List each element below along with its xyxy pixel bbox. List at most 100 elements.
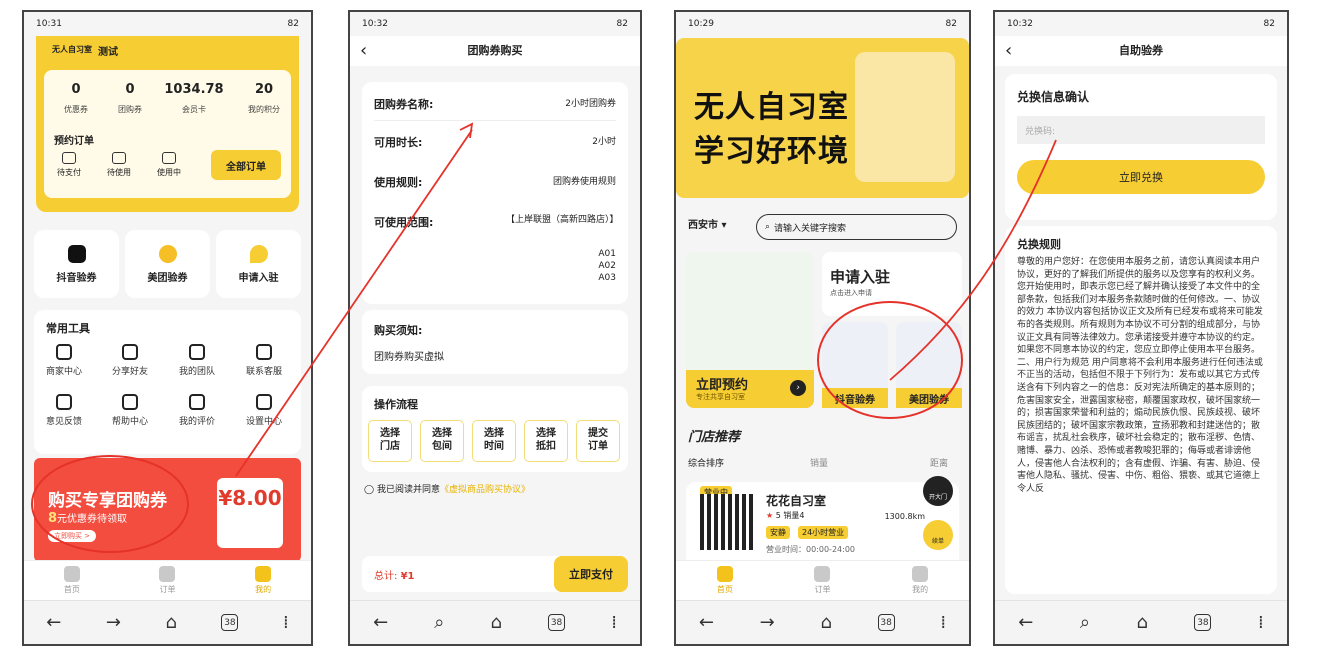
back-chevron-icon[interactable]: ‹ bbox=[1005, 36, 1012, 66]
tabs-count-icon[interactable]: 38 bbox=[877, 614, 895, 631]
stat-points[interactable]: 20 我的积分 bbox=[234, 82, 294, 116]
banner-price-card: ¥8.00 bbox=[217, 478, 283, 548]
back-chevron-icon[interactable]: ‹ bbox=[360, 36, 367, 66]
forward-arrow-icon[interactable]: → bbox=[106, 612, 121, 633]
store-card[interactable]: 营业中 花花自习室 ★ 5 销量4 1300.8km 安静 24小时营业 营业时… bbox=[686, 476, 959, 568]
back-arrow-icon[interactable]: ← bbox=[46, 612, 61, 633]
tab-home[interactable]: 首页 bbox=[63, 566, 80, 595]
tabs-count-icon[interactable]: 38 bbox=[1194, 614, 1212, 631]
location-pin-icon bbox=[249, 244, 268, 263]
home-nav-icon[interactable]: ⌂ bbox=[491, 612, 502, 633]
menu-dots-icon[interactable]: ⁞ bbox=[940, 612, 946, 633]
battery-badge: 82 bbox=[616, 19, 628, 29]
menu-dots-icon[interactable]: ⁞ bbox=[283, 612, 289, 633]
tool-settings[interactable]: 设置中心 bbox=[234, 394, 294, 427]
order-in-use[interactable]: 使用中 bbox=[152, 152, 186, 178]
meituan-verify-card[interactable]: 美团验券 bbox=[896, 322, 962, 408]
tool-my-reviews[interactable]: 我的评价 bbox=[167, 394, 227, 427]
sort-sales[interactable]: 销量 bbox=[810, 456, 828, 469]
tool-merchant-center[interactable]: 商家中心 bbox=[34, 344, 94, 377]
menu-dots-icon[interactable]: ⁞ bbox=[611, 612, 617, 633]
user-icon bbox=[255, 566, 272, 582]
pay-bar: 总计: ¥1 立即支付 bbox=[362, 556, 628, 592]
stat-coupons[interactable]: 0 优惠券 bbox=[46, 82, 106, 116]
battery-badge: 82 bbox=[945, 19, 957, 29]
back-arrow-icon[interactable]: ← bbox=[373, 612, 388, 633]
home-nav-icon[interactable]: ⌂ bbox=[165, 612, 176, 633]
banner-buy-button[interactable]: 立即购买 > bbox=[48, 530, 97, 542]
tag-24h: 24小时营业 bbox=[798, 526, 849, 539]
sort-overall[interactable]: 综合排序 bbox=[688, 456, 724, 469]
headset-icon bbox=[256, 344, 272, 360]
step-select-room: 选择 包间 bbox=[420, 420, 464, 462]
apply-join-card[interactable]: 申请入驻 点击进入申请 bbox=[822, 252, 962, 316]
tool-feedback[interactable]: 意见反馈 bbox=[34, 394, 94, 427]
stat-group-coupons[interactable]: 0 团购券 bbox=[100, 82, 160, 116]
all-orders-button[interactable]: 全部订单 bbox=[211, 150, 281, 180]
tabs-count-icon[interactable]: 38 bbox=[221, 614, 239, 631]
douyin-verify-card[interactable]: 抖音验券 bbox=[822, 322, 888, 408]
hero-title-2: 学习好环境 bbox=[694, 134, 849, 169]
home-nav-icon[interactable]: ⌂ bbox=[820, 612, 831, 633]
search-icon[interactable]: ⌕ bbox=[434, 612, 444, 633]
user-name: 测试 bbox=[98, 47, 118, 58]
tab-orders[interactable]: 订单 bbox=[814, 566, 831, 595]
document-icon bbox=[159, 566, 176, 582]
status-bar: 10:29 82 bbox=[676, 12, 969, 36]
stat-member-card[interactable]: 1034.78 会员卡 bbox=[164, 82, 224, 116]
exchange-rules-card: 兑换规则 尊敬的用户您好：在您使用本服务之前，请您认真阅读本用户协议，更好的了解… bbox=[1005, 226, 1277, 594]
store-rating: ★ 5 销量4 bbox=[766, 511, 805, 520]
tool-contact-service[interactable]: 联系客服 bbox=[234, 344, 294, 377]
row-usage-rules[interactable]: 使用规则: 团购券使用规则 bbox=[374, 174, 616, 190]
coupon-info-card: 团购券名称: 2小时团购券 可用时长: 2小时 使用规则: 团购券使用规则 可使用范围… bbox=[362, 82, 628, 304]
pay-now-button[interactable]: 立即支付 bbox=[554, 556, 628, 592]
back-arrow-icon[interactable]: ← bbox=[1018, 612, 1033, 633]
tab-mine[interactable]: 我的 bbox=[255, 566, 272, 595]
back-arrow-icon[interactable]: ← bbox=[699, 612, 714, 633]
tool-my-team[interactable]: 我的团队 bbox=[167, 344, 227, 377]
city-selector[interactable]: 西安市 ▾ bbox=[688, 216, 727, 231]
meituan-icon bbox=[158, 244, 177, 263]
apply-join-button[interactable]: 申请入驻 bbox=[216, 230, 301, 298]
verify-apps: 抖音验券 美团验券 申请入驻 bbox=[34, 230, 301, 298]
order-to-use[interactable]: 待使用 bbox=[102, 152, 136, 178]
tool-help[interactable]: 帮助中心 bbox=[100, 394, 160, 427]
renew-button[interactable]: 续单 bbox=[923, 520, 953, 550]
sort-distance[interactable]: 距离 bbox=[930, 456, 948, 469]
redeem-now-button[interactable]: 立即兑换 bbox=[1017, 160, 1265, 194]
search-input[interactable]: ⌕ 请输入关键字搜索 bbox=[756, 214, 957, 240]
tab-mine[interactable]: 我的 bbox=[912, 566, 929, 595]
tool-share[interactable]: 分享好友 bbox=[100, 344, 160, 377]
total: 总计: ¥1 bbox=[374, 571, 415, 582]
meituan-verify-button[interactable]: 美团验券 bbox=[125, 230, 210, 298]
agreement-link[interactable]: 《虚拟商品购买协议》 bbox=[440, 485, 530, 495]
forward-arrow-icon[interactable]: → bbox=[760, 612, 775, 633]
tab-orders[interactable]: 订单 bbox=[159, 566, 176, 595]
home-nav-icon[interactable]: ⌂ bbox=[1136, 612, 1147, 633]
search-icon[interactable]: ⌕ bbox=[1080, 612, 1090, 633]
hero-banner[interactable]: 无人自习室 学习好环境 bbox=[676, 38, 969, 198]
open-door-button[interactable]: 开大门 bbox=[923, 476, 953, 506]
truck-icon bbox=[162, 152, 176, 164]
rules-title: 兑换规则 bbox=[1017, 238, 1061, 251]
home-icon bbox=[716, 566, 733, 582]
phone-home-page: 10:29 82 无人自习室 学习好环境 西安市 ▾ ⌕ 请输入关键字搜索 立即预约… bbox=[674, 10, 971, 646]
store-hours: 营业时间：00:00-24:00 bbox=[766, 545, 855, 554]
douyin-verify-button[interactable]: 抖音验券 bbox=[34, 230, 119, 298]
book-now-card[interactable]: 立即预约 专注共享自习室 › bbox=[686, 252, 814, 408]
process-card: 操作流程 选择 门店 选择 包间 选择 时间 选择 抵扣 提交 订单 bbox=[362, 386, 628, 472]
order-pending-pay[interactable]: 待支付 bbox=[52, 152, 86, 178]
tools-panel: 常用工具 商家中心 分享好友 我的团队 联系客服 意见反馈 帮助中心 我的评价 … bbox=[34, 310, 301, 454]
redeem-code-input[interactable]: 兑换码: bbox=[1017, 116, 1265, 144]
group-coupon-banner[interactable]: 购买专享团购券 8元优惠券待领取 立即购买 > ¥8.00 bbox=[34, 458, 301, 562]
step-select-store: 选择 门店 bbox=[368, 420, 412, 462]
check-circle-icon[interactable]: ◯ bbox=[364, 485, 377, 495]
row-scope: 可使用范围: 【上岸联盟（高新四路店）】 bbox=[374, 215, 619, 229]
menu-dots-icon[interactable]: ⁞ bbox=[1258, 612, 1264, 633]
tab-home[interactable]: 首页 bbox=[716, 566, 733, 595]
notice-card: 购买须知: 团购券购买虚拟 bbox=[362, 310, 628, 374]
agreement-checkbox[interactable]: ◯ 我已阅读并同意《虚拟商品购买协议》 bbox=[364, 482, 530, 495]
stats-panel: 0 优惠券 0 团购券 1034.78 会员卡 20 我的积分 预约订单 待支付 待使用… bbox=[44, 70, 291, 198]
status-bar: 10:32 82 bbox=[995, 12, 1287, 36]
tabs-count-icon[interactable]: 38 bbox=[548, 614, 566, 631]
